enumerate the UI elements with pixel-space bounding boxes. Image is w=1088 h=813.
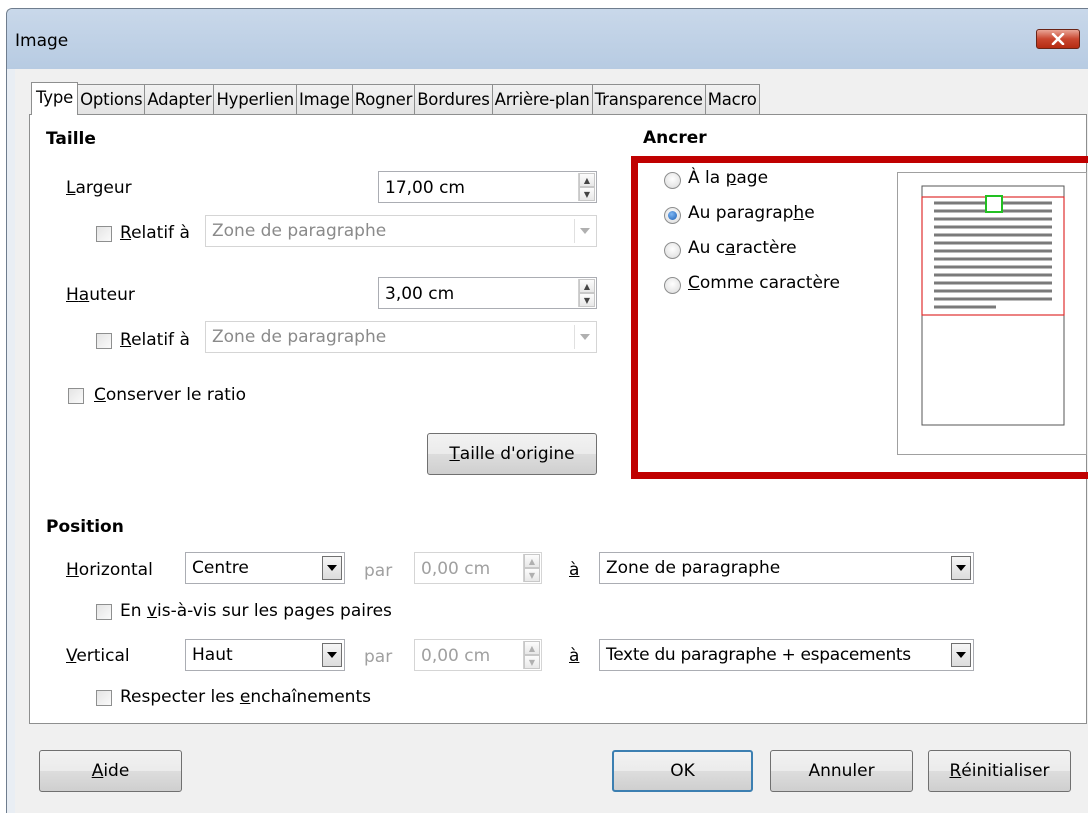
- title-bar[interactable]: Image: [7, 9, 1088, 69]
- tab-transparence[interactable]: Transparence: [591, 84, 706, 114]
- tab-image[interactable]: Image: [296, 84, 353, 114]
- spin-down-icon[interactable]: ▼: [579, 293, 595, 307]
- vertical-by-spinbox[interactable]: 0,00 cm ▲ ▼: [414, 639, 542, 671]
- position-heading: Position: [46, 517, 124, 537]
- width-label: Largeur: [66, 178, 132, 198]
- spin-up-icon[interactable]: ▲: [579, 279, 595, 293]
- spin-down-icon[interactable]: ▼: [524, 568, 540, 582]
- height-relative-select[interactable]: Zone de paragraphe: [205, 321, 597, 353]
- mirror-checkbox[interactable]: [96, 604, 112, 620]
- vertical-select[interactable]: Haut: [185, 639, 345, 671]
- height-spinbox[interactable]: 3,00 cm ▲ ▼: [378, 277, 597, 309]
- horizontal-by-label: par: [364, 561, 393, 581]
- close-button[interactable]: [1036, 29, 1080, 49]
- close-icon: [1051, 33, 1065, 45]
- width-spinbox[interactable]: 17,00 cm ▲ ▼: [378, 171, 597, 203]
- height-value: 3,00 cm: [385, 284, 455, 304]
- dialog-client: Type Options Adapter Hyperlien Image Rog…: [15, 69, 1088, 813]
- chevron-down-icon[interactable]: [951, 556, 971, 580]
- tab-type[interactable]: Type: [31, 82, 79, 115]
- spin-up-icon[interactable]: ▲: [524, 641, 540, 655]
- anchor-highlight-frame: [631, 156, 1088, 479]
- spin-up-icon[interactable]: ▲: [579, 173, 595, 187]
- horizontal-to-select[interactable]: Zone de paragraphe: [599, 552, 974, 584]
- chevron-down-icon: [574, 219, 594, 243]
- original-size-button[interactable]: Taille d'origine: [427, 433, 597, 475]
- horizontal-select[interactable]: Centre: [185, 552, 345, 584]
- cancel-button[interactable]: Annuler: [770, 750, 913, 792]
- vertical-by-label: par: [364, 647, 393, 667]
- ok-button[interactable]: OK: [612, 750, 753, 792]
- window-title: Image: [15, 31, 69, 51]
- tab-rogner[interactable]: Rogner: [351, 84, 416, 114]
- chevron-down-icon: [574, 325, 594, 349]
- tab-bordures[interactable]: Bordures: [414, 84, 493, 114]
- keep-ratio-label: Conserver le ratio: [94, 385, 247, 405]
- width-relative-label: Relatif à: [120, 223, 190, 243]
- follow-flow-label: Respecter les enchaînements: [120, 687, 371, 707]
- horizontal-by-spinbox[interactable]: 0,00 cm ▲ ▼: [414, 552, 542, 584]
- height-relative-label: Relatif à: [120, 330, 190, 350]
- spin-down-icon[interactable]: ▼: [524, 655, 540, 669]
- tab-arriere-plan[interactable]: Arrière-plan: [491, 84, 593, 114]
- chevron-down-icon[interactable]: [322, 556, 342, 580]
- keep-ratio-checkbox[interactable]: [68, 388, 84, 404]
- spin-down-icon[interactable]: ▼: [579, 187, 595, 201]
- vertical-label: Vertical: [66, 646, 130, 666]
- width-value: 17,00 cm: [385, 178, 465, 198]
- vertical-to-select[interactable]: Texte du paragraphe + espacements: [599, 639, 974, 671]
- vertical-to-label: à: [569, 646, 580, 666]
- horizontal-label: Horizontal: [66, 560, 153, 580]
- reset-button[interactable]: Réinitialiser: [928, 750, 1071, 792]
- tab-macro[interactable]: Macro: [704, 84, 760, 114]
- width-relative-checkbox[interactable]: [96, 226, 112, 242]
- mirror-label: En vis-à-vis sur les pages paires: [120, 601, 392, 621]
- anchor-heading: Ancrer: [643, 128, 707, 148]
- tab-hyperlien[interactable]: Hyperlien: [213, 84, 297, 114]
- width-relative-select[interactable]: Zone de paragraphe: [205, 215, 597, 247]
- type-tab-panel: Taille Largeur 17,00 cm ▲ ▼ Relatif à Zon…: [29, 114, 1088, 724]
- chevron-down-icon[interactable]: [322, 643, 342, 667]
- image-dialog: Image Type Options Adapter Hyperlien Ima…: [6, 8, 1088, 813]
- help-button[interactable]: Aide: [39, 750, 182, 792]
- spin-up-icon[interactable]: ▲: [524, 554, 540, 568]
- height-label: Hauteur: [66, 285, 135, 305]
- tab-bar: Type Options Adapter Hyperlien Image Rog…: [31, 82, 760, 115]
- height-relative-checkbox[interactable]: [96, 333, 112, 349]
- horizontal-to-label: à: [569, 560, 580, 580]
- tab-adapter[interactable]: Adapter: [144, 84, 215, 114]
- chevron-down-icon[interactable]: [951, 643, 971, 667]
- size-heading: Taille: [46, 129, 96, 149]
- tab-options[interactable]: Options: [77, 84, 146, 114]
- follow-flow-checkbox[interactable]: [96, 690, 112, 706]
